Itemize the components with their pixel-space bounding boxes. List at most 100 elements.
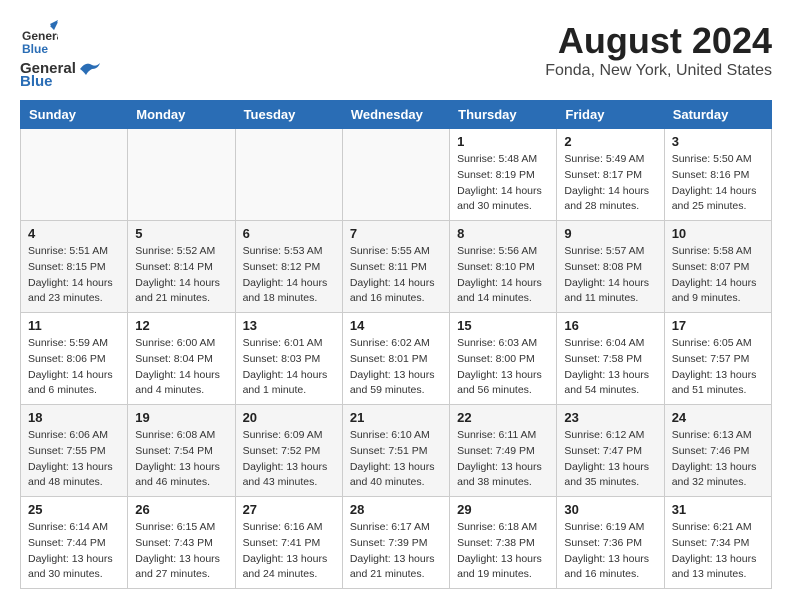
day-number: 25 bbox=[28, 502, 120, 517]
day-number: 3 bbox=[672, 134, 764, 149]
day-info: Sunrise: 6:15 AMSunset: 7:43 PMDaylight:… bbox=[135, 521, 220, 580]
day-number: 11 bbox=[28, 318, 120, 333]
day-info: Sunrise: 6:21 AMSunset: 7:34 PMDaylight:… bbox=[672, 521, 757, 580]
page-title: August 2024 bbox=[545, 20, 772, 62]
logo-icon: General Blue bbox=[20, 20, 58, 58]
calendar-cell: 25 Sunrise: 6:14 AMSunset: 7:44 PMDaylig… bbox=[21, 497, 128, 589]
calendar-cell: 17 Sunrise: 6:05 AMSunset: 7:57 PMDaylig… bbox=[664, 313, 771, 405]
week-row-1: 4 Sunrise: 5:51 AMSunset: 8:15 PMDayligh… bbox=[21, 221, 772, 313]
day-info: Sunrise: 6:03 AMSunset: 8:00 PMDaylight:… bbox=[457, 337, 542, 396]
calendar-cell bbox=[21, 129, 128, 221]
calendar-cell: 5 Sunrise: 5:52 AMSunset: 8:14 PMDayligh… bbox=[128, 221, 235, 313]
day-number: 8 bbox=[457, 226, 549, 241]
day-info: Sunrise: 6:10 AMSunset: 7:51 PMDaylight:… bbox=[350, 429, 435, 488]
calendar-cell: 29 Sunrise: 6:18 AMSunset: 7:38 PMDaylig… bbox=[450, 497, 557, 589]
calendar-cell: 23 Sunrise: 6:12 AMSunset: 7:47 PMDaylig… bbox=[557, 405, 664, 497]
day-header-friday: Friday bbox=[557, 101, 664, 129]
day-number: 17 bbox=[672, 318, 764, 333]
day-number: 16 bbox=[564, 318, 656, 333]
day-info: Sunrise: 6:12 AMSunset: 7:47 PMDaylight:… bbox=[564, 429, 649, 488]
calendar-cell: 19 Sunrise: 6:08 AMSunset: 7:54 PMDaylig… bbox=[128, 405, 235, 497]
logo-blue: Blue bbox=[20, 73, 53, 90]
calendar-cell bbox=[342, 129, 449, 221]
day-header-saturday: Saturday bbox=[664, 101, 771, 129]
day-number: 24 bbox=[672, 410, 764, 425]
calendar-cell bbox=[128, 129, 235, 221]
calendar-cell: 15 Sunrise: 6:03 AMSunset: 8:00 PMDaylig… bbox=[450, 313, 557, 405]
day-info: Sunrise: 6:18 AMSunset: 7:38 PMDaylight:… bbox=[457, 521, 542, 580]
day-info: Sunrise: 5:49 AMSunset: 8:17 PMDaylight:… bbox=[564, 153, 649, 212]
day-number: 26 bbox=[135, 502, 227, 517]
day-number: 13 bbox=[243, 318, 335, 333]
calendar-cell: 11 Sunrise: 5:59 AMSunset: 8:06 PMDaylig… bbox=[21, 313, 128, 405]
calendar-cell: 24 Sunrise: 6:13 AMSunset: 7:46 PMDaylig… bbox=[664, 405, 771, 497]
calendar-cell: 14 Sunrise: 6:02 AMSunset: 8:01 PMDaylig… bbox=[342, 313, 449, 405]
day-number: 10 bbox=[672, 226, 764, 241]
day-info: Sunrise: 6:14 AMSunset: 7:44 PMDaylight:… bbox=[28, 521, 113, 580]
header-row: SundayMondayTuesdayWednesdayThursdayFrid… bbox=[21, 101, 772, 129]
calendar-cell: 22 Sunrise: 6:11 AMSunset: 7:49 PMDaylig… bbox=[450, 405, 557, 497]
svg-text:General: General bbox=[22, 29, 58, 43]
calendar-cell: 3 Sunrise: 5:50 AMSunset: 8:16 PMDayligh… bbox=[664, 129, 771, 221]
day-info: Sunrise: 5:51 AMSunset: 8:15 PMDaylight:… bbox=[28, 245, 113, 304]
day-number: 15 bbox=[457, 318, 549, 333]
day-info: Sunrise: 6:13 AMSunset: 7:46 PMDaylight:… bbox=[672, 429, 757, 488]
calendar-cell: 27 Sunrise: 6:16 AMSunset: 7:41 PMDaylig… bbox=[235, 497, 342, 589]
day-info: Sunrise: 6:00 AMSunset: 8:04 PMDaylight:… bbox=[135, 337, 220, 396]
day-number: 7 bbox=[350, 226, 442, 241]
day-info: Sunrise: 5:57 AMSunset: 8:08 PMDaylight:… bbox=[564, 245, 649, 304]
calendar-cell: 31 Sunrise: 6:21 AMSunset: 7:34 PMDaylig… bbox=[664, 497, 771, 589]
day-info: Sunrise: 5:56 AMSunset: 8:10 PMDaylight:… bbox=[457, 245, 542, 304]
calendar-table: SundayMondayTuesdayWednesdayThursdayFrid… bbox=[20, 100, 772, 589]
calendar-cell: 16 Sunrise: 6:04 AMSunset: 7:58 PMDaylig… bbox=[557, 313, 664, 405]
day-info: Sunrise: 6:19 AMSunset: 7:36 PMDaylight:… bbox=[564, 521, 649, 580]
day-number: 14 bbox=[350, 318, 442, 333]
calendar-cell: 13 Sunrise: 6:01 AMSunset: 8:03 PMDaylig… bbox=[235, 313, 342, 405]
calendar-cell: 21 Sunrise: 6:10 AMSunset: 7:51 PMDaylig… bbox=[342, 405, 449, 497]
day-number: 2 bbox=[564, 134, 656, 149]
day-number: 9 bbox=[564, 226, 656, 241]
day-number: 30 bbox=[564, 502, 656, 517]
day-info: Sunrise: 6:05 AMSunset: 7:57 PMDaylight:… bbox=[672, 337, 757, 396]
day-info: Sunrise: 5:48 AMSunset: 8:19 PMDaylight:… bbox=[457, 153, 542, 212]
page-header: General Blue General Blue August 2024 Fo… bbox=[20, 20, 772, 90]
calendar-cell: 10 Sunrise: 5:58 AMSunset: 8:07 PMDaylig… bbox=[664, 221, 771, 313]
day-info: Sunrise: 6:11 AMSunset: 7:49 PMDaylight:… bbox=[457, 429, 542, 488]
logo: General Blue General Blue bbox=[20, 20, 102, 90]
day-info: Sunrise: 5:58 AMSunset: 8:07 PMDaylight:… bbox=[672, 245, 757, 304]
title-block: August 2024 Fonda, New York, United Stat… bbox=[545, 20, 772, 80]
day-info: Sunrise: 5:59 AMSunset: 8:06 PMDaylight:… bbox=[28, 337, 113, 396]
day-number: 23 bbox=[564, 410, 656, 425]
calendar-cell: 8 Sunrise: 5:56 AMSunset: 8:10 PMDayligh… bbox=[450, 221, 557, 313]
calendar-cell: 2 Sunrise: 5:49 AMSunset: 8:17 PMDayligh… bbox=[557, 129, 664, 221]
page-subtitle: Fonda, New York, United States bbox=[545, 62, 772, 80]
day-number: 6 bbox=[243, 226, 335, 241]
week-row-4: 25 Sunrise: 6:14 AMSunset: 7:44 PMDaylig… bbox=[21, 497, 772, 589]
day-number: 28 bbox=[350, 502, 442, 517]
day-number: 20 bbox=[243, 410, 335, 425]
day-header-sunday: Sunday bbox=[21, 101, 128, 129]
day-number: 12 bbox=[135, 318, 227, 333]
calendar-cell: 1 Sunrise: 5:48 AMSunset: 8:19 PMDayligh… bbox=[450, 129, 557, 221]
logo-bird-icon bbox=[78, 61, 100, 77]
day-info: Sunrise: 5:50 AMSunset: 8:16 PMDaylight:… bbox=[672, 153, 757, 212]
calendar-cell: 6 Sunrise: 5:53 AMSunset: 8:12 PMDayligh… bbox=[235, 221, 342, 313]
day-header-tuesday: Tuesday bbox=[235, 101, 342, 129]
day-info: Sunrise: 6:08 AMSunset: 7:54 PMDaylight:… bbox=[135, 429, 220, 488]
day-info: Sunrise: 5:52 AMSunset: 8:14 PMDaylight:… bbox=[135, 245, 220, 304]
week-row-3: 18 Sunrise: 6:06 AMSunset: 7:55 PMDaylig… bbox=[21, 405, 772, 497]
day-number: 19 bbox=[135, 410, 227, 425]
day-info: Sunrise: 6:09 AMSunset: 7:52 PMDaylight:… bbox=[243, 429, 328, 488]
day-header-wednesday: Wednesday bbox=[342, 101, 449, 129]
day-number: 4 bbox=[28, 226, 120, 241]
day-info: Sunrise: 6:17 AMSunset: 7:39 PMDaylight:… bbox=[350, 521, 435, 580]
day-number: 22 bbox=[457, 410, 549, 425]
svg-text:Blue: Blue bbox=[22, 42, 48, 56]
day-info: Sunrise: 5:53 AMSunset: 8:12 PMDaylight:… bbox=[243, 245, 328, 304]
day-info: Sunrise: 6:04 AMSunset: 7:58 PMDaylight:… bbox=[564, 337, 649, 396]
day-info: Sunrise: 5:55 AMSunset: 8:11 PMDaylight:… bbox=[350, 245, 435, 304]
calendar-cell: 18 Sunrise: 6:06 AMSunset: 7:55 PMDaylig… bbox=[21, 405, 128, 497]
day-info: Sunrise: 6:06 AMSunset: 7:55 PMDaylight:… bbox=[28, 429, 113, 488]
day-header-thursday: Thursday bbox=[450, 101, 557, 129]
day-number: 5 bbox=[135, 226, 227, 241]
